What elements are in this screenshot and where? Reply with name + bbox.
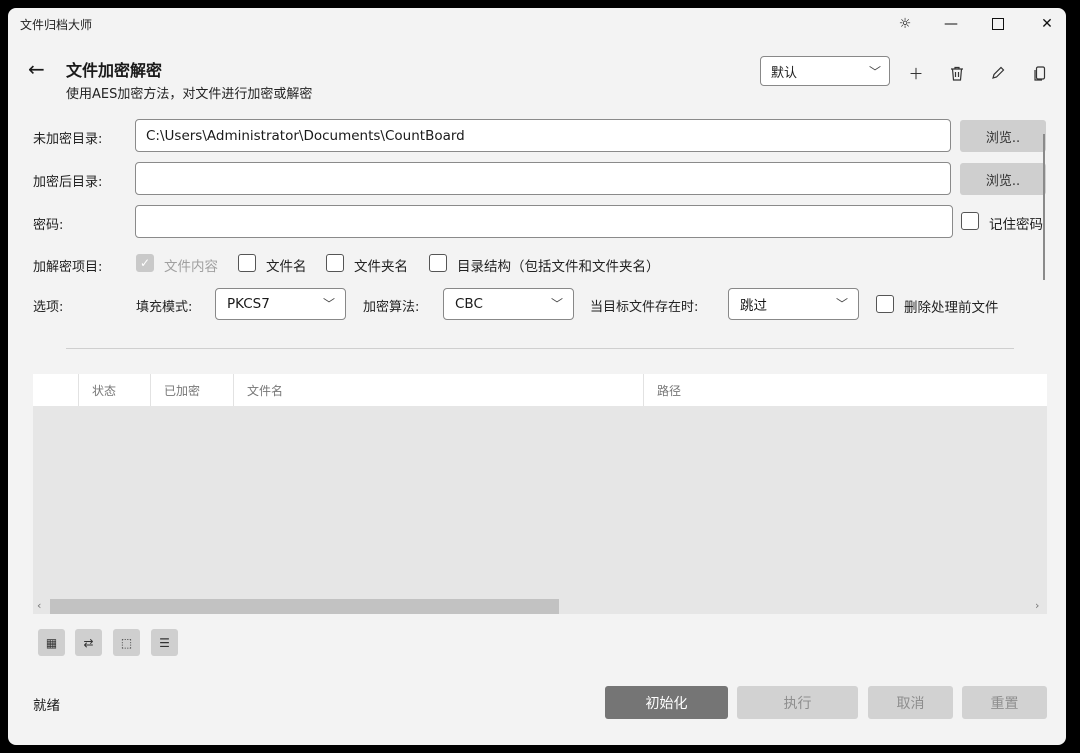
algorithm-value: CBC bbox=[455, 296, 483, 312]
item-structure-label: 目录结构（包括文件和文件夹名） bbox=[457, 259, 660, 275]
scroll-left-icon[interactable]: ‹ bbox=[37, 599, 41, 612]
item-content-label: 文件内容 bbox=[164, 259, 218, 275]
options-label: 选项: bbox=[33, 300, 64, 315]
browse-source-button[interactable]: 浏览.. bbox=[960, 120, 1046, 152]
checklist-button[interactable]: ☰ bbox=[151, 629, 178, 656]
trash-icon bbox=[951, 66, 963, 81]
page-subtitle: 使用AES加密方法，对文件进行加密或解密 bbox=[66, 87, 313, 102]
delete-profile-button[interactable] bbox=[946, 62, 968, 84]
select-all-icon: ▦ bbox=[45, 635, 58, 650]
table-header: 状态 已加密 文件名 路径 bbox=[33, 374, 1047, 406]
app-title: 文件归档大师 bbox=[20, 18, 93, 32]
column-encrypted[interactable]: 已加密 bbox=[150, 374, 233, 406]
exists-action-select[interactable]: 跳过 ﹀ bbox=[728, 288, 859, 320]
initialize-button[interactable]: 初始化 bbox=[605, 686, 728, 719]
close-button[interactable]: ✕ bbox=[1024, 8, 1066, 40]
table-body bbox=[33, 406, 1047, 614]
minimize-icon: — bbox=[944, 16, 958, 32]
profile-select-value: 默认 bbox=[771, 65, 798, 81]
select-all-button[interactable]: ▦ bbox=[38, 629, 65, 656]
checkmark-icon: ✓ bbox=[139, 256, 151, 270]
column-path[interactable]: 路径 bbox=[643, 374, 1047, 406]
sun-icon: ☼ bbox=[898, 16, 912, 32]
item-structure-checkbox[interactable] bbox=[429, 254, 447, 272]
theme-toggle-button[interactable]: ☼ bbox=[882, 8, 928, 40]
padding-mode-label: 填充模式: bbox=[136, 300, 193, 315]
exists-action-value: 跳过 bbox=[740, 298, 767, 314]
chevron-down-icon: ﹀ bbox=[835, 297, 848, 311]
copy-icon bbox=[1034, 65, 1046, 81]
select-region-button[interactable]: ⬚ bbox=[113, 629, 140, 656]
delete-original-label: 删除处理前文件 bbox=[904, 300, 999, 316]
source-dir-input[interactable]: C:\Users\Administrator\Documents\CountBo… bbox=[135, 119, 951, 152]
chevron-down-icon: ﹀ bbox=[322, 297, 335, 311]
separator bbox=[66, 348, 1014, 349]
remember-password-checkbox[interactable] bbox=[961, 212, 979, 230]
swap-icon: ⇄ bbox=[83, 635, 94, 650]
cancel-button[interactable]: 取消 bbox=[868, 686, 953, 719]
back-button[interactable]: ← bbox=[28, 57, 45, 81]
arrow-left-icon: ← bbox=[28, 57, 45, 81]
source-dir-label: 未加密目录: bbox=[33, 132, 103, 147]
dashed-select-icon: ⬚ bbox=[120, 635, 133, 650]
column-filename[interactable]: 文件名 bbox=[233, 374, 643, 406]
items-label: 加解密项目: bbox=[33, 260, 103, 275]
item-content-checkbox[interactable]: ✓ bbox=[136, 254, 154, 272]
target-dir-input[interactable] bbox=[135, 162, 951, 195]
browse-target-button[interactable]: 浏览.. bbox=[960, 163, 1046, 195]
app-window: 文件归档大师 ☼ — ✕ ← 文件加密解密 使用AES加密方法，对文件进行加密或… bbox=[8, 8, 1066, 745]
password-input[interactable] bbox=[135, 205, 953, 238]
reset-button[interactable]: 重置 bbox=[962, 686, 1047, 719]
item-filename-label: 文件名 bbox=[266, 259, 307, 275]
profile-select[interactable]: 默认 ﹀ bbox=[760, 56, 890, 86]
page-title: 文件加密解密 bbox=[66, 61, 163, 80]
padding-mode-select[interactable]: PKCS7 ﹀ bbox=[215, 288, 346, 320]
form-vertical-scrollbar[interactable] bbox=[1043, 134, 1045, 280]
item-foldername-label: 文件夹名 bbox=[354, 259, 408, 275]
pencil-icon bbox=[992, 66, 1005, 79]
padding-mode-value: PKCS7 bbox=[227, 296, 270, 312]
scroll-right-icon[interactable]: › bbox=[1035, 599, 1039, 612]
item-filename-checkbox[interactable] bbox=[238, 254, 256, 272]
item-foldername-checkbox[interactable] bbox=[326, 254, 344, 272]
chevron-down-icon: ﹀ bbox=[550, 297, 563, 311]
remember-password-label: 记住密码 bbox=[989, 217, 1043, 233]
plus-icon: ＋ bbox=[908, 64, 924, 83]
chevron-down-icon: ﹀ bbox=[868, 65, 881, 79]
target-dir-label: 加密后目录: bbox=[33, 175, 103, 190]
column-status[interactable]: 状态 bbox=[78, 374, 150, 406]
copy-profile-button[interactable] bbox=[1029, 62, 1051, 84]
add-profile-button[interactable]: ＋ bbox=[905, 62, 927, 84]
exists-label: 当目标文件存在时: bbox=[590, 300, 699, 315]
execute-button[interactable]: 执行 bbox=[737, 686, 858, 719]
invert-selection-button[interactable]: ⇄ bbox=[75, 629, 102, 656]
status-text: 就绪 bbox=[33, 698, 60, 714]
maximize-icon bbox=[992, 18, 1004, 30]
delete-original-checkbox[interactable] bbox=[876, 295, 894, 313]
source-dir-value: C:\Users\Administrator\Documents\CountBo… bbox=[146, 127, 465, 144]
minimize-button[interactable]: — bbox=[928, 8, 974, 40]
horizontal-scrollbar-thumb[interactable] bbox=[50, 599, 559, 614]
edit-profile-button[interactable] bbox=[987, 62, 1009, 84]
password-label: 密码: bbox=[33, 218, 64, 233]
algorithm-select[interactable]: CBC ﹀ bbox=[443, 288, 574, 320]
checklist-icon: ☰ bbox=[159, 635, 170, 650]
algorithm-label: 加密算法: bbox=[363, 300, 420, 315]
close-icon: ✕ bbox=[1041, 16, 1053, 32]
maximize-button[interactable] bbox=[975, 8, 1021, 40]
